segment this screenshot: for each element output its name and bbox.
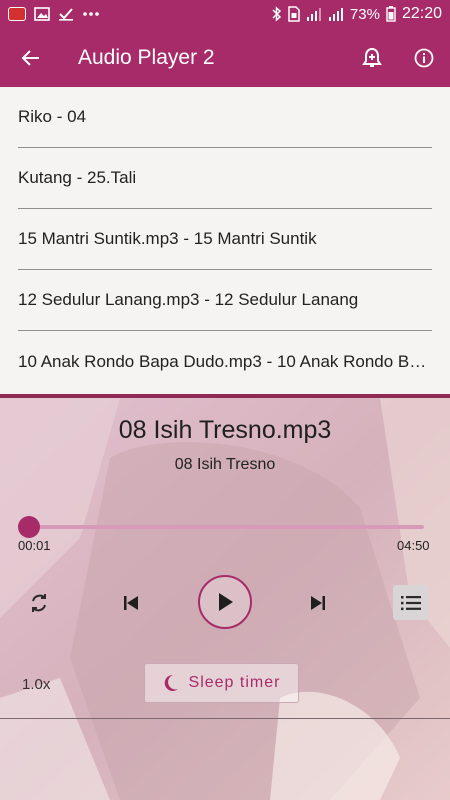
player-panel: 08 Isih Tresno.mp3 08 Isih Tresno 00:01 … [0,398,450,800]
playlist-icon [400,595,421,610]
play-icon [219,593,233,611]
play-button[interactable] [198,575,252,629]
status-left-icons [8,7,100,21]
list-item[interactable]: Kutang - 25.Tali [18,148,432,209]
list-item[interactable]: 15 Mantri Suntik.mp3 - 15 Mantri Suntik [18,209,432,270]
check-icon [58,7,74,21]
moon-icon [164,674,178,691]
list-item[interactable]: Riko - 04 [18,87,432,148]
signal-icon [306,7,322,21]
list-item[interactable]: 10 Anak Rondo Bapa Dudo.mp3 - 10 Anak Ro… [18,331,432,392]
track-label: Kutang - 25.Tali [18,168,137,187]
bottom-divider [0,718,450,719]
sleep-timer-label: Sleep timer [188,674,281,691]
previous-button[interactable] [116,588,146,618]
track-label: 15 Mantri Suntik.mp3 - 15 Mantri Suntik [18,229,317,248]
track-label: 10 Anak Rondo Bapa Dudo.mp3 - 10 Anak Ro… [18,351,432,371]
seek-bar[interactable] [28,525,424,529]
repeat-button[interactable] [24,588,54,618]
alarm-add-icon [362,47,382,67]
info-button[interactable] [398,28,450,87]
image-icon [34,7,50,21]
total-duration: 04:50 [397,538,430,553]
track-label: 12 Sedulur Lanang.mp3 - 12 Sedulur Lanan… [18,290,359,309]
playlist: Riko - 04 Kutang - 25.Tali 15 Mantri Sun… [0,87,450,394]
status-bar: 73% 22:20 [0,0,450,28]
battery-icon [386,6,396,22]
repeat-icon [32,594,46,612]
alarm-add-button[interactable] [346,28,398,87]
bluetooth-icon [272,6,282,22]
song-subtitle: 08 Isih Tresno [174,456,276,473]
skip-next-icon [311,596,325,610]
app-title: Audio Player 2 [78,45,215,69]
track-label: Riko - 04 [18,107,87,126]
next-button[interactable] [303,588,333,618]
info-icon [414,48,434,67]
status-time: 22:20 [401,5,442,22]
song-title: 08 Isih Tresno.mp3 [118,416,332,444]
battery-percent: 73% [349,5,380,23]
sleep-timer-button[interactable]: Sleep timer [144,663,299,703]
back-arrow-icon [22,49,39,66]
list-item[interactable]: 12 Sedulur Lanang.mp3 - 12 Sedulur Lanan… [18,270,432,331]
back-button[interactable] [0,28,62,87]
notification-icon [8,7,26,21]
status-right-icons: 73% 22:20 [272,5,442,23]
signal-icon [328,7,344,21]
playback-speed-button[interactable]: 1.0x [22,676,50,693]
more-dots-icon [82,11,100,17]
elapsed-time: 00:01 [18,538,51,553]
sim-icon [288,6,300,22]
app-bar: Audio Player 2 [0,28,450,87]
playlist-toggle-button[interactable] [393,585,428,620]
skip-previous-icon [124,596,138,610]
